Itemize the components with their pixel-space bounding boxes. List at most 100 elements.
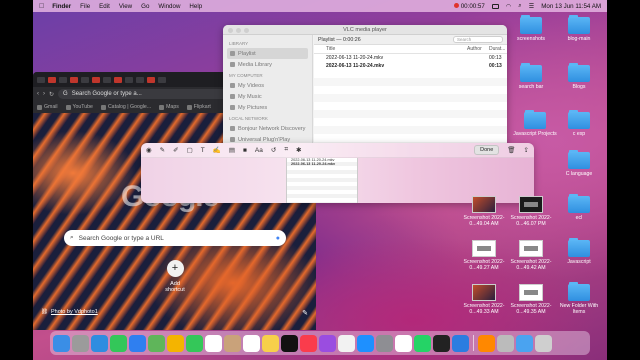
desktop-screenshot-file[interactable]: Screenshot 2022-0...49.35 AM bbox=[508, 284, 554, 315]
playlist-search-input[interactable]: Search bbox=[453, 36, 503, 43]
control-center-icon[interactable]: ☰ bbox=[529, 3, 535, 10]
tab[interactable] bbox=[136, 76, 144, 83]
sidebar-item-my-pictures[interactable]: My Pictures bbox=[227, 102, 308, 113]
desktop-screenshot-file[interactable]: Screenshot 2022-0...46.07 PM bbox=[508, 196, 554, 227]
contacts-icon[interactable] bbox=[224, 334, 241, 352]
reminders-icon[interactable] bbox=[243, 334, 260, 352]
desktop-folder-screenshots[interactable]: screenshots bbox=[508, 15, 554, 42]
battery-icon[interactable] bbox=[491, 3, 499, 9]
facetime-icon[interactable] bbox=[186, 334, 203, 352]
microphone-icon[interactable]: ● bbox=[276, 235, 280, 242]
bookmark-catalog[interactable]: Catalog | Google... bbox=[100, 104, 151, 110]
column-author[interactable]: Author bbox=[467, 46, 489, 52]
playlist-row[interactable]: 2022-06-13 11-20-24.mkv 00:13 bbox=[314, 54, 507, 62]
tab[interactable] bbox=[158, 76, 166, 83]
messages-icon[interactable] bbox=[110, 334, 127, 352]
bookmark-maps[interactable]: Maps bbox=[159, 104, 179, 110]
tab[interactable] bbox=[114, 76, 122, 83]
sketch-tool-icon[interactable]: ✎ bbox=[160, 146, 165, 154]
column-title[interactable]: Title bbox=[326, 46, 467, 52]
desktop-folder-search-bar[interactable]: search bar bbox=[508, 63, 554, 90]
menu-help[interactable]: Help bbox=[189, 3, 202, 10]
sidebar-item-my-videos[interactable]: My Videos bbox=[227, 80, 308, 91]
font-style-button[interactable]: Aa bbox=[255, 147, 263, 154]
tab[interactable] bbox=[70, 76, 78, 83]
bookmark-flipkart[interactable]: Flipkart bbox=[186, 104, 211, 110]
recording-indicator[interactable]: 00:00:57 bbox=[453, 2, 485, 10]
trash-icon[interactable]: 🗑 bbox=[507, 146, 515, 154]
desktop-folder-javascript-projects[interactable]: Javascript Projects bbox=[512, 110, 558, 137]
customize-pencil-icon[interactable]: ✎ bbox=[302, 309, 308, 317]
tab[interactable] bbox=[92, 76, 100, 83]
systemprefs-icon[interactable] bbox=[376, 334, 393, 352]
bookmark-gmail[interactable]: Gmail bbox=[37, 104, 58, 110]
desktop-folder-blog-main[interactable]: blog-main bbox=[556, 15, 602, 42]
mail-icon[interactable] bbox=[129, 334, 146, 352]
notes-icon[interactable] bbox=[262, 334, 279, 352]
maps-icon[interactable] bbox=[148, 334, 165, 352]
text-tool-icon[interactable]: T bbox=[201, 147, 205, 154]
menu-edit[interactable]: Edit bbox=[99, 3, 110, 10]
trash-icon[interactable] bbox=[535, 334, 552, 352]
zoom-button[interactable] bbox=[244, 28, 249, 33]
desktop-folder-ecl[interactable]: ecl bbox=[556, 194, 602, 221]
menu-file[interactable]: File bbox=[80, 3, 90, 10]
sidebar-item-media-library[interactable]: Media Library bbox=[227, 59, 308, 70]
menu-go[interactable]: Go bbox=[141, 3, 149, 10]
minimize-button[interactable] bbox=[236, 28, 241, 33]
appstore-icon[interactable] bbox=[357, 334, 374, 352]
menu-finder[interactable]: Finder bbox=[52, 3, 71, 10]
desktop-screenshot-file[interactable]: Screenshot 2022-0...49.33 AM bbox=[461, 284, 507, 315]
whatsapp-icon[interactable] bbox=[414, 334, 431, 352]
desktop-screenshot-file[interactable]: Screenshot 2022-0...49.04 AM bbox=[461, 196, 507, 227]
back-icon[interactable]: ‹ bbox=[37, 91, 39, 97]
annotate-icon[interactable]: ✱ bbox=[296, 146, 301, 154]
select-tool-icon[interactable]: ◉ bbox=[146, 146, 152, 154]
music-icon[interactable] bbox=[300, 334, 317, 352]
appletv-icon[interactable] bbox=[281, 334, 298, 352]
rotate-icon[interactable]: ↺ bbox=[271, 146, 276, 154]
tab[interactable] bbox=[37, 76, 45, 83]
tab[interactable] bbox=[81, 76, 89, 83]
photo-credit[interactable]: ⛓ Photo by Vdphoto1 bbox=[41, 309, 98, 315]
desktop-folder-new-folder-with-items[interactable]: New Folder With Items bbox=[556, 282, 602, 315]
bookmark-youtube[interactable]: YouTube bbox=[65, 104, 93, 110]
close-button[interactable] bbox=[228, 28, 233, 33]
downloads-icon[interactable] bbox=[516, 334, 533, 352]
podcasts-icon[interactable] bbox=[319, 334, 336, 352]
reload-icon[interactable]: ↻ bbox=[49, 91, 54, 98]
fill-color-icon[interactable]: ■ bbox=[243, 147, 247, 154]
menu-window[interactable]: Window bbox=[158, 3, 180, 10]
safari-icon[interactable] bbox=[91, 334, 108, 352]
draw-tool-icon[interactable]: ✐ bbox=[173, 146, 178, 154]
desktop-screenshot-file[interactable]: Screenshot 2022-0...49.42 AM bbox=[508, 240, 554, 271]
tab[interactable] bbox=[59, 76, 67, 83]
border-color-icon[interactable]: ▤ bbox=[229, 146, 235, 154]
desktop-folder-javascript[interactable]: Javascript bbox=[556, 238, 602, 265]
desktop-folder-blogs[interactable]: Blogs bbox=[556, 63, 602, 90]
desktop-screenshot-file[interactable]: Screenshot 2022-0...49.27 AM bbox=[461, 240, 507, 271]
news-icon[interactable] bbox=[338, 334, 355, 352]
playlist-row-playing[interactable]: 2022-06-13 11-20-24.mkv 00:13 bbox=[314, 62, 507, 70]
sign-tool-icon[interactable]: ✍ bbox=[213, 146, 221, 154]
share-icon[interactable]: ⇪ bbox=[524, 146, 529, 154]
finder-icon[interactable] bbox=[53, 334, 70, 352]
screenshot-icon[interactable] bbox=[497, 334, 514, 352]
crop-icon[interactable]: ⌗ bbox=[284, 146, 288, 154]
photos-icon[interactable] bbox=[167, 334, 184, 352]
launchpad-icon[interactable] bbox=[72, 334, 89, 352]
sidebar-item-my-music[interactable]: My Music bbox=[227, 91, 308, 102]
calendar-icon[interactable] bbox=[205, 334, 222, 352]
shapes-tool-icon[interactable]: ▢ bbox=[187, 146, 193, 154]
add-shortcut-tile[interactable]: + Add shortcut bbox=[160, 260, 190, 293]
chrome-icon[interactable] bbox=[395, 334, 412, 352]
tab[interactable] bbox=[103, 76, 111, 83]
wifi-icon[interactable]: ◠ bbox=[506, 3, 511, 10]
tab[interactable] bbox=[48, 76, 56, 83]
forward-icon[interactable]: › bbox=[43, 91, 45, 97]
search-icon[interactable]: ⌕ bbox=[518, 2, 521, 10]
menu-view[interactable]: View bbox=[119, 3, 132, 10]
tab[interactable] bbox=[147, 76, 155, 83]
tab[interactable] bbox=[125, 76, 133, 83]
google-search-box[interactable]: ⌕ Search Google or type a URL ● bbox=[64, 230, 286, 246]
